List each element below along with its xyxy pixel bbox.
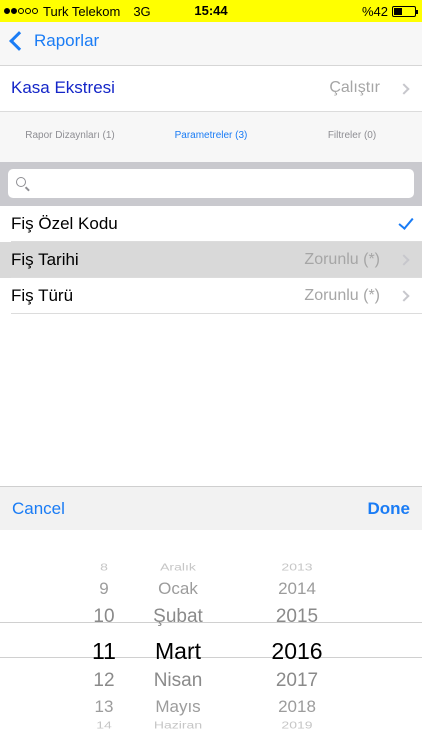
- picker-selected-item[interactable]: Mart: [123, 638, 233, 665]
- param-value: Zorunlu (*): [304, 287, 380, 304]
- picker-item[interactable]: Ocak: [123, 579, 233, 599]
- checkmark-icon: [398, 214, 414, 230]
- picker-item[interactable]: 2015: [240, 606, 354, 628]
- cancel-button[interactable]: Cancel: [12, 499, 65, 519]
- param-label: Fiş Tarihi: [11, 250, 79, 269]
- picker-item[interactable]: Haziran: [123, 719, 233, 730]
- param-label: Fiş Özel Kodu: [11, 214, 118, 233]
- chevron-right-icon: [398, 254, 410, 266]
- picker-item[interactable]: 2018: [240, 697, 354, 717]
- picker-toolbar: Cancel Done: [0, 486, 422, 530]
- param-value: Zorunlu (*): [304, 251, 380, 268]
- list-item[interactable]: Fiş Türü Zorunlu (*): [0, 278, 422, 314]
- chevron-left-icon: [9, 31, 29, 51]
- list-item[interactable]: Fiş Özel Kodu: [0, 206, 422, 242]
- picker-selected-item[interactable]: 2016: [240, 638, 354, 665]
- search-bar: [0, 162, 422, 206]
- report-title: Kasa Ekstresi: [11, 78, 115, 97]
- search-icon: [16, 177, 26, 187]
- tab-filters[interactable]: Filtreler (0): [282, 130, 422, 141]
- chevron-right-icon: [398, 83, 410, 95]
- done-button[interactable]: Done: [368, 499, 411, 519]
- param-label: Fiş Türü: [11, 286, 74, 305]
- date-picker[interactable]: 8 9 10 11 12 13 14 Aralık Ocak Şubat Mart Nisan May…: [0, 530, 422, 750]
- picker-item[interactable]: 2019: [240, 719, 354, 730]
- report-run-row[interactable]: Kasa Ekstresi Çalıştır: [0, 66, 422, 112]
- picker-year-column[interactable]: 2013 2014 2015 2016 2017 2018 2019: [240, 530, 354, 750]
- battery-fill: [394, 7, 403, 15]
- search-input[interactable]: [32, 173, 402, 194]
- status-right: %42: [361, 0, 418, 22]
- status-bar: Turk Telekom 3G 15:44 %42: [0, 0, 422, 22]
- tab-parameters[interactable]: Parametreler (3): [141, 130, 281, 141]
- battery-percent: %42: [361, 3, 388, 19]
- run-label: Çalıştır: [329, 79, 380, 96]
- back-label: Raporlar: [34, 31, 100, 50]
- status-time: 15:44: [194, 3, 228, 18]
- picker-item[interactable]: Şubat: [123, 606, 233, 628]
- picker-item[interactable]: 2013: [240, 561, 354, 572]
- tab-report-designs[interactable]: Rapor Dizaynları (1): [0, 130, 140, 141]
- picker-item[interactable]: Aralık: [123, 561, 233, 572]
- picker-item[interactable]: 2017: [240, 670, 354, 692]
- picker-month-column[interactable]: Aralık Ocak Şubat Mart Nisan Mayıs Haziran: [123, 530, 233, 750]
- picker-item[interactable]: 2014: [240, 579, 354, 599]
- battery-icon: [392, 5, 418, 17]
- picker-item[interactable]: Nisan: [123, 670, 233, 692]
- list-item[interactable]: Fiş Tarihi Zorunlu (*): [0, 242, 422, 278]
- search-box[interactable]: [8, 169, 414, 198]
- picker-item[interactable]: Mayıs: [123, 697, 233, 717]
- back-button[interactable]: Raporlar: [6, 31, 99, 51]
- chevron-right-icon: [398, 290, 410, 302]
- segment-tabs: Rapor Dizaynları (1) Parametreler (3) Fi…: [0, 112, 422, 162]
- navigation-bar: Raporlar: [0, 22, 422, 66]
